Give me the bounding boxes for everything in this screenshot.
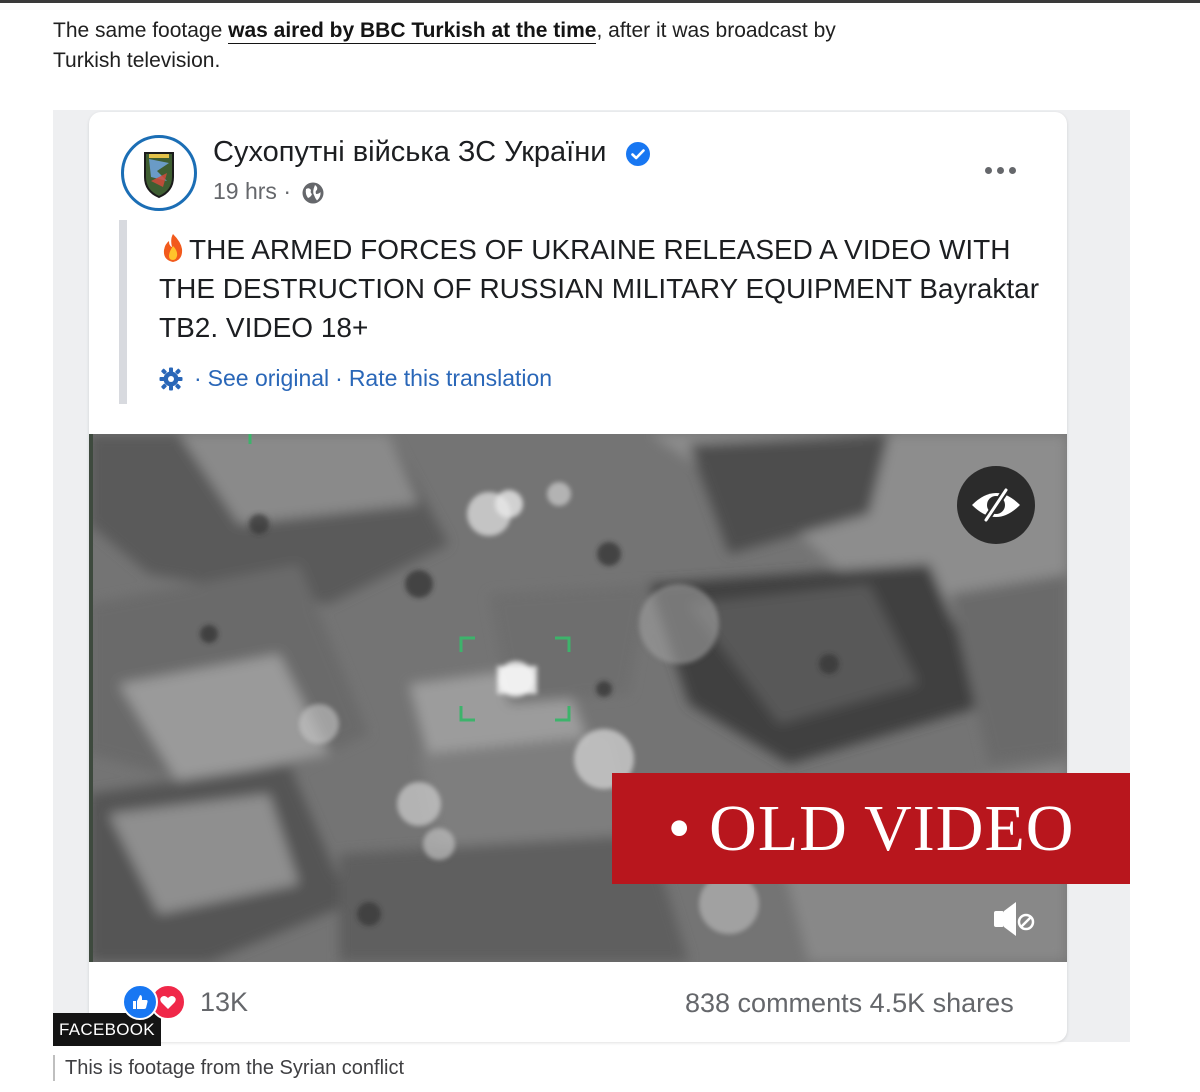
see-original-link[interactable]: See original	[208, 365, 329, 392]
fire-emoji-icon	[163, 234, 183, 262]
mute-icon[interactable]	[990, 897, 1038, 941]
top-divider	[0, 0, 1200, 3]
shares-count[interactable]: 4.5K shares	[870, 988, 1014, 1018]
caption-text: This is footage from the Syrian conflict	[65, 1057, 405, 1079]
figure-caption: This is footage from the Syrian conflict	[53, 1055, 404, 1081]
more-options-icon[interactable]	[978, 158, 1022, 182]
bbc-turkish-link[interactable]: was aired by BBC Turkish at the time	[228, 19, 597, 44]
post-text: THE ARMED FORCES OF UKRAINE RELEASED A V…	[159, 230, 1049, 347]
separator-dot: ·	[194, 365, 202, 391]
page-name[interactable]: Сухопутні війська ЗС України	[213, 136, 606, 169]
hide-content-icon[interactable]	[957, 466, 1035, 544]
reaction-count: 13K	[200, 986, 249, 1017]
article-paragraph: The same footage was aired by BBC Turkis…	[53, 16, 853, 76]
separator-dot: ·	[335, 365, 343, 391]
globe-icon	[302, 182, 324, 204]
verified-badge-icon	[626, 142, 650, 166]
post-timestamp[interactable]: 19 hrs ·	[213, 178, 291, 205]
old-video-label: • OLD VIDEO	[612, 773, 1130, 884]
translate-gear-icon[interactable]	[158, 366, 184, 392]
translation-controls: · See original · Rate this translation	[158, 365, 552, 392]
rate-translation-link[interactable]: Rate this translation	[349, 365, 552, 392]
reactions-summary[interactable]: 13K	[122, 984, 248, 1020]
army-emblem-icon	[129, 143, 189, 203]
page-avatar[interactable]	[121, 135, 197, 211]
like-reaction-icon	[122, 984, 158, 1020]
translation-quote-bar	[119, 220, 127, 404]
intro-text-before: The same footage	[53, 19, 229, 42]
comments-count[interactable]: 838 comments	[685, 988, 862, 1018]
post-text-content: THE ARMED FORCES OF UKRAINE RELEASED A V…	[159, 234, 1040, 343]
post-stats: 838 comments 4.5K shares	[685, 988, 1014, 1019]
old-video-text: • OLD VIDEO	[667, 791, 1075, 865]
